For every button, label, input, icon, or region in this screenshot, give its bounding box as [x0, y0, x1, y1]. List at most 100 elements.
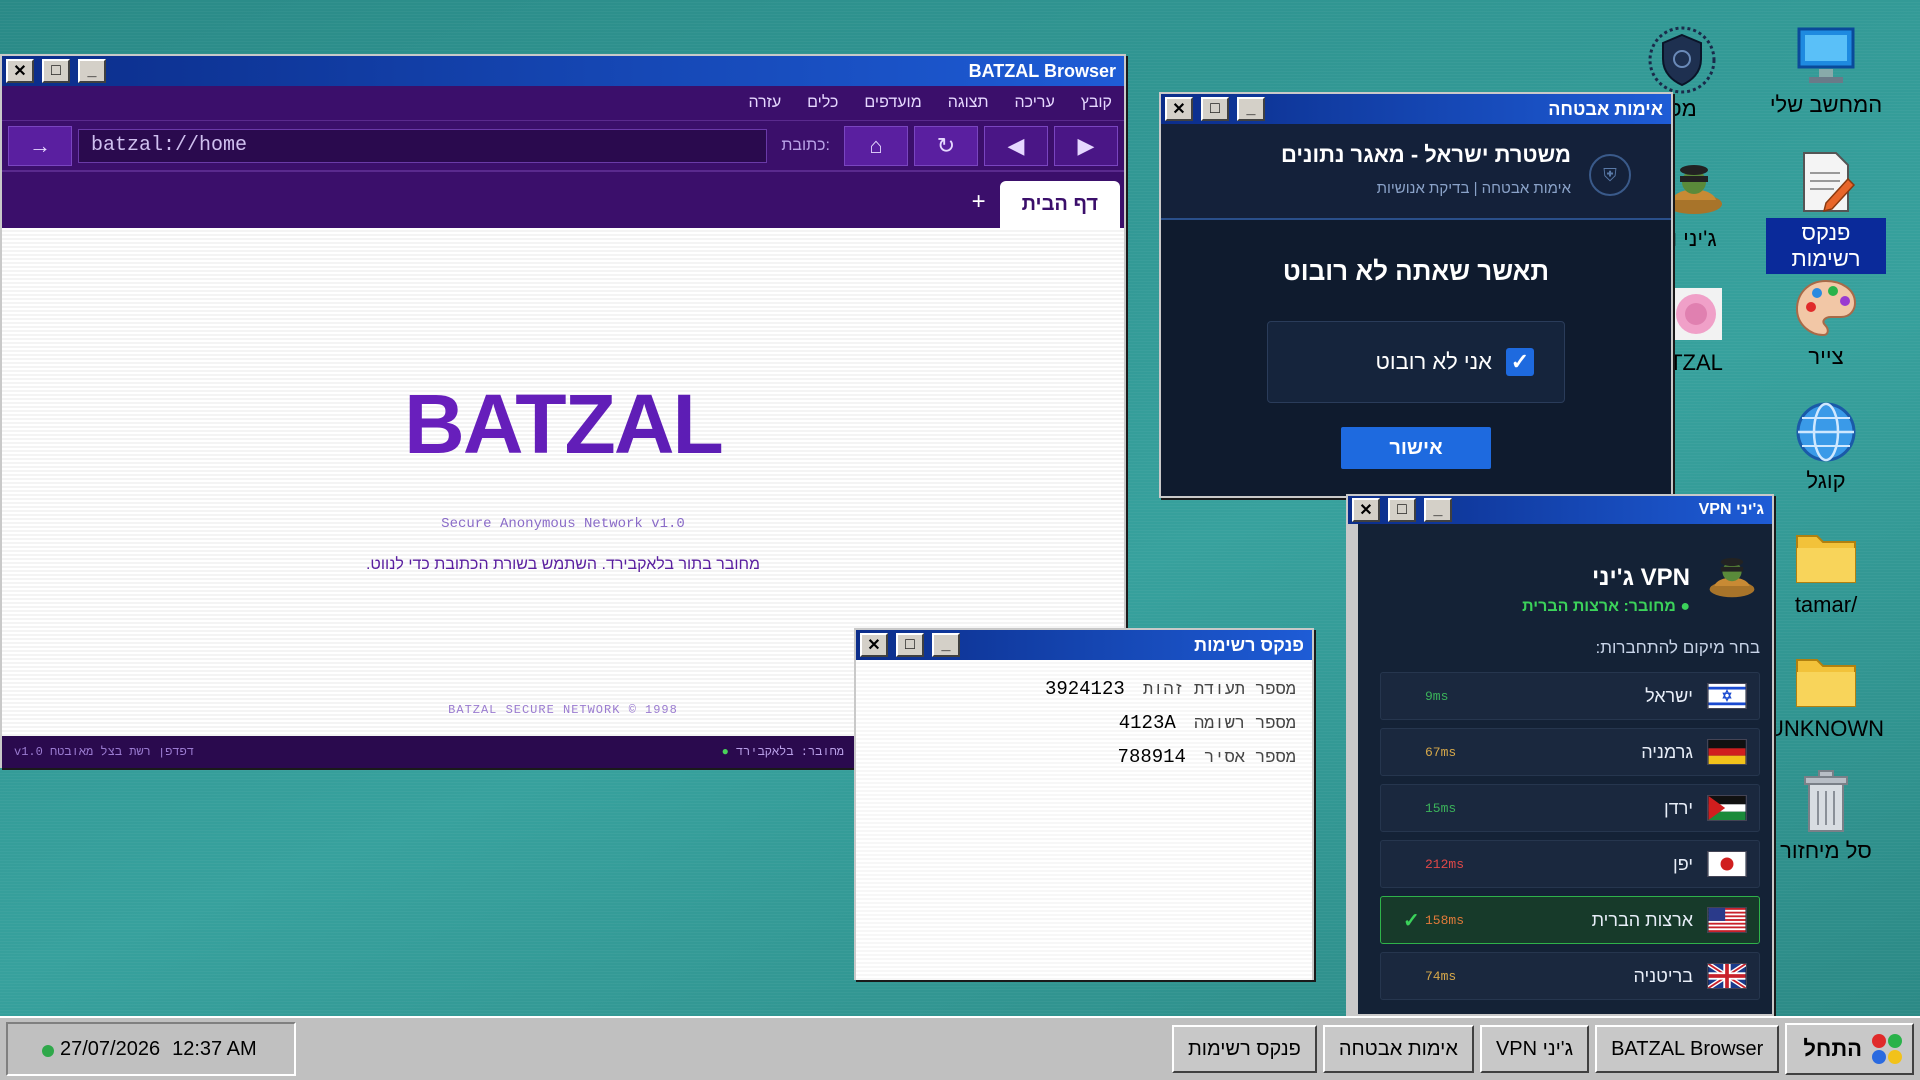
desktop-icon-folder-unknown[interactable]: UNKNOWN — [1766, 644, 1886, 742]
forward-button[interactable]: ▶ — [1054, 125, 1118, 166]
vpn-window[interactable]: ✕ □ _ ג'יני VPN ג'יני VPN ● מחובר: ארצות… — [1346, 494, 1774, 1016]
location-name: גרמניה — [1641, 741, 1693, 762]
maximize-button[interactable]: □ — [896, 633, 924, 657]
clock-time: 12:37 AM — [172, 1037, 257, 1060]
germany-flag-icon — [1707, 739, 1747, 765]
close-button[interactable]: ✕ — [860, 633, 888, 657]
browser-statusbar: v1.0 דפדפן רשת בצל מאובטח מחובר: בלאקביר… — [2, 736, 856, 768]
back-button[interactable]: ◀ — [984, 125, 1048, 166]
vpn-location-jordan[interactable]: 15ms ירדן — [1380, 784, 1760, 832]
vpn-location-japan[interactable]: 212ms יפן — [1380, 840, 1760, 888]
browser-tabbar: + דף הבית — [2, 170, 1124, 228]
start-button[interactable]: התחל — [1785, 1023, 1914, 1075]
paint-palette-icon — [1790, 272, 1862, 344]
captcha-checkbox[interactable]: ✓ — [1506, 348, 1534, 376]
back-arrow-icon: ◀ — [1007, 132, 1025, 158]
recycle-bin-icon — [1790, 766, 1862, 838]
minimize-button[interactable]: _ — [1424, 498, 1452, 522]
security-titlebar[interactable]: ✕ □ _ אימות אבטחה — [1161, 94, 1671, 124]
vpn-titlebar[interactable]: ✕ □ _ ג'יני VPN — [1348, 496, 1772, 524]
home-button[interactable]: ⌂ — [844, 125, 908, 166]
tagline: Secure Anonymous Network v1.0 — [441, 516, 685, 532]
address-input[interactable]: batzal://home — [78, 128, 768, 163]
checkmark-icon: ✓ — [1510, 349, 1530, 374]
taskbar-item-vpn[interactable]: ג'יני VPN — [1479, 1025, 1590, 1073]
desktop-icon-label: סל מיחזור — [1780, 838, 1872, 863]
refresh-icon: ↻ — [936, 132, 956, 158]
israel-flag-icon — [1707, 683, 1747, 709]
vpn-location-list: 9ms ישראל 67ms גרמניה 15ms ירדן 212ms יפ… — [1380, 672, 1760, 1000]
notepad-line: מספר רשומה 4123A — [872, 706, 1296, 740]
vpn-location-israel[interactable]: 9ms ישראל — [1380, 672, 1760, 720]
desktop-icon-notepad[interactable]: פנקס רשימות — [1766, 146, 1886, 274]
batzal-logo: BATZAL — [2, 376, 1124, 473]
check-icon: ✓ — [1403, 909, 1420, 932]
vpn-scrollbar[interactable] — [1348, 524, 1358, 1014]
menu-favorites[interactable]: מועדפים — [864, 94, 921, 112]
ping: 158ms — [1425, 912, 1465, 928]
notepad-key: מספר אסיר — [1204, 749, 1296, 768]
notepad-titlebar[interactable]: ✕ □ _ פנקס רשימות — [856, 630, 1312, 660]
vpn-location-uk[interactable]: 74ms בריטניה — [1380, 952, 1760, 1000]
security-header: משטרת ישראל - מאגר נתונים אימות אבטחה | … — [1161, 124, 1671, 220]
taskbar-item-browser[interactable]: BATZAL Browser — [1595, 1025, 1780, 1073]
close-button[interactable]: ✕ — [6, 59, 34, 83]
desktop-icon-label: TZAL — [1669, 350, 1723, 375]
refresh-button[interactable]: ↻ — [914, 125, 978, 166]
menu-view[interactable]: תצוגה — [948, 94, 989, 112]
minimize-button[interactable]: _ — [1237, 97, 1265, 121]
desktop-icon-my-computer[interactable]: המחשב שלי — [1766, 20, 1886, 118]
start-logo-icon — [1872, 1034, 1902, 1064]
menu-edit[interactable]: עריכה — [1015, 94, 1055, 112]
captcha-box[interactable]: אני לא רובוט ✓ — [1267, 321, 1565, 403]
address-label: כתובת: — [781, 136, 830, 154]
desktop-icon-label: /tamar — [1794, 592, 1858, 617]
ping: 212ms — [1425, 856, 1465, 872]
menu-help[interactable]: עזרה — [748, 94, 781, 112]
window-title: BATZAL Browser — [968, 60, 1116, 81]
notepad-window[interactable]: ✕ □ _ פנקס רשימות מספר תעודת זהות 392412… — [854, 628, 1314, 980]
taskbar-item-notepad[interactable]: פנקס רשימות — [1171, 1025, 1317, 1073]
desktop-icon-recycle-bin[interactable]: סל מיחזור — [1766, 766, 1886, 864]
maximize-button[interactable]: □ — [42, 59, 70, 83]
taskbar-item-security[interactable]: אימות אבטחה — [1322, 1025, 1474, 1073]
taskbar: 27/07/2026 12:37 AM פנקס רשימות אימות אב… — [0, 1016, 1920, 1080]
vpn-header: ג'יני VPN — [1380, 524, 1760, 606]
computer-icon — [1790, 20, 1862, 92]
location-name: יפן — [1673, 853, 1693, 874]
system-clock[interactable]: 27/07/2026 12:37 AM — [6, 1022, 296, 1076]
desktop-icon-google[interactable]: קוגל — [1766, 396, 1886, 494]
security-window[interactable]: ✕ □ _ אימות אבטחה משטרת ישראל - מאגר נתו… — [1159, 92, 1673, 498]
minimize-button[interactable]: _ — [78, 59, 106, 83]
vpn-location-germany[interactable]: 67ms גרמניה — [1380, 728, 1760, 776]
desktop-icon-label: קוגל — [1806, 468, 1846, 493]
maximize-button[interactable]: □ — [1201, 97, 1229, 121]
desktop-icon-label: צייר — [1808, 344, 1844, 369]
close-button[interactable]: ✕ — [1352, 498, 1380, 522]
status-dot-icon: ● — [721, 745, 729, 759]
notepad-text-area[interactable]: מספר תעודת זהות 3924123 מספר רשומה 4123A… — [856, 660, 1312, 980]
new-tab-button[interactable]: + — [972, 188, 986, 228]
close-button[interactable]: ✕ — [1165, 97, 1193, 121]
tab-home[interactable]: דף הבית — [999, 181, 1120, 228]
vpn-name: ג'יני VPN — [1591, 564, 1690, 591]
desktop-icon-folder-tamar[interactable]: /tamar — [1766, 520, 1886, 618]
vpn-content: ג'יני VPN ● מחובר: ארצות הברית בחר מיקום… — [1358, 524, 1772, 1014]
menu-tools[interactable]: כלים — [807, 94, 838, 112]
confirm-button[interactable]: אישור — [1341, 427, 1491, 469]
maximize-button[interactable]: □ — [1388, 498, 1416, 522]
vpn-choose-label: בחר מיקום להתחברות: — [1595, 638, 1760, 657]
menu-file[interactable]: קובץ — [1081, 94, 1112, 112]
security-header-subtitle: אימות אבטחה | בדיקת אנושיות — [1376, 180, 1571, 197]
minimize-button[interactable]: _ — [932, 633, 960, 657]
vpn-location-usa[interactable]: ✓ 158ms ארצות הברית — [1380, 896, 1760, 944]
ping: 74ms — [1425, 968, 1457, 984]
uk-flag-icon — [1707, 963, 1747, 989]
ping: 15ms — [1425, 800, 1457, 816]
usa-flag-icon — [1707, 907, 1747, 933]
go-button[interactable]: → — [8, 125, 72, 166]
desktop-icon-paint[interactable]: צייר — [1766, 272, 1886, 370]
forward-arrow-icon: ▶ — [1077, 132, 1095, 158]
browser-titlebar[interactable]: ✕ □ _ BATZAL Browser — [2, 56, 1124, 86]
location-name: ירדן — [1664, 797, 1693, 818]
